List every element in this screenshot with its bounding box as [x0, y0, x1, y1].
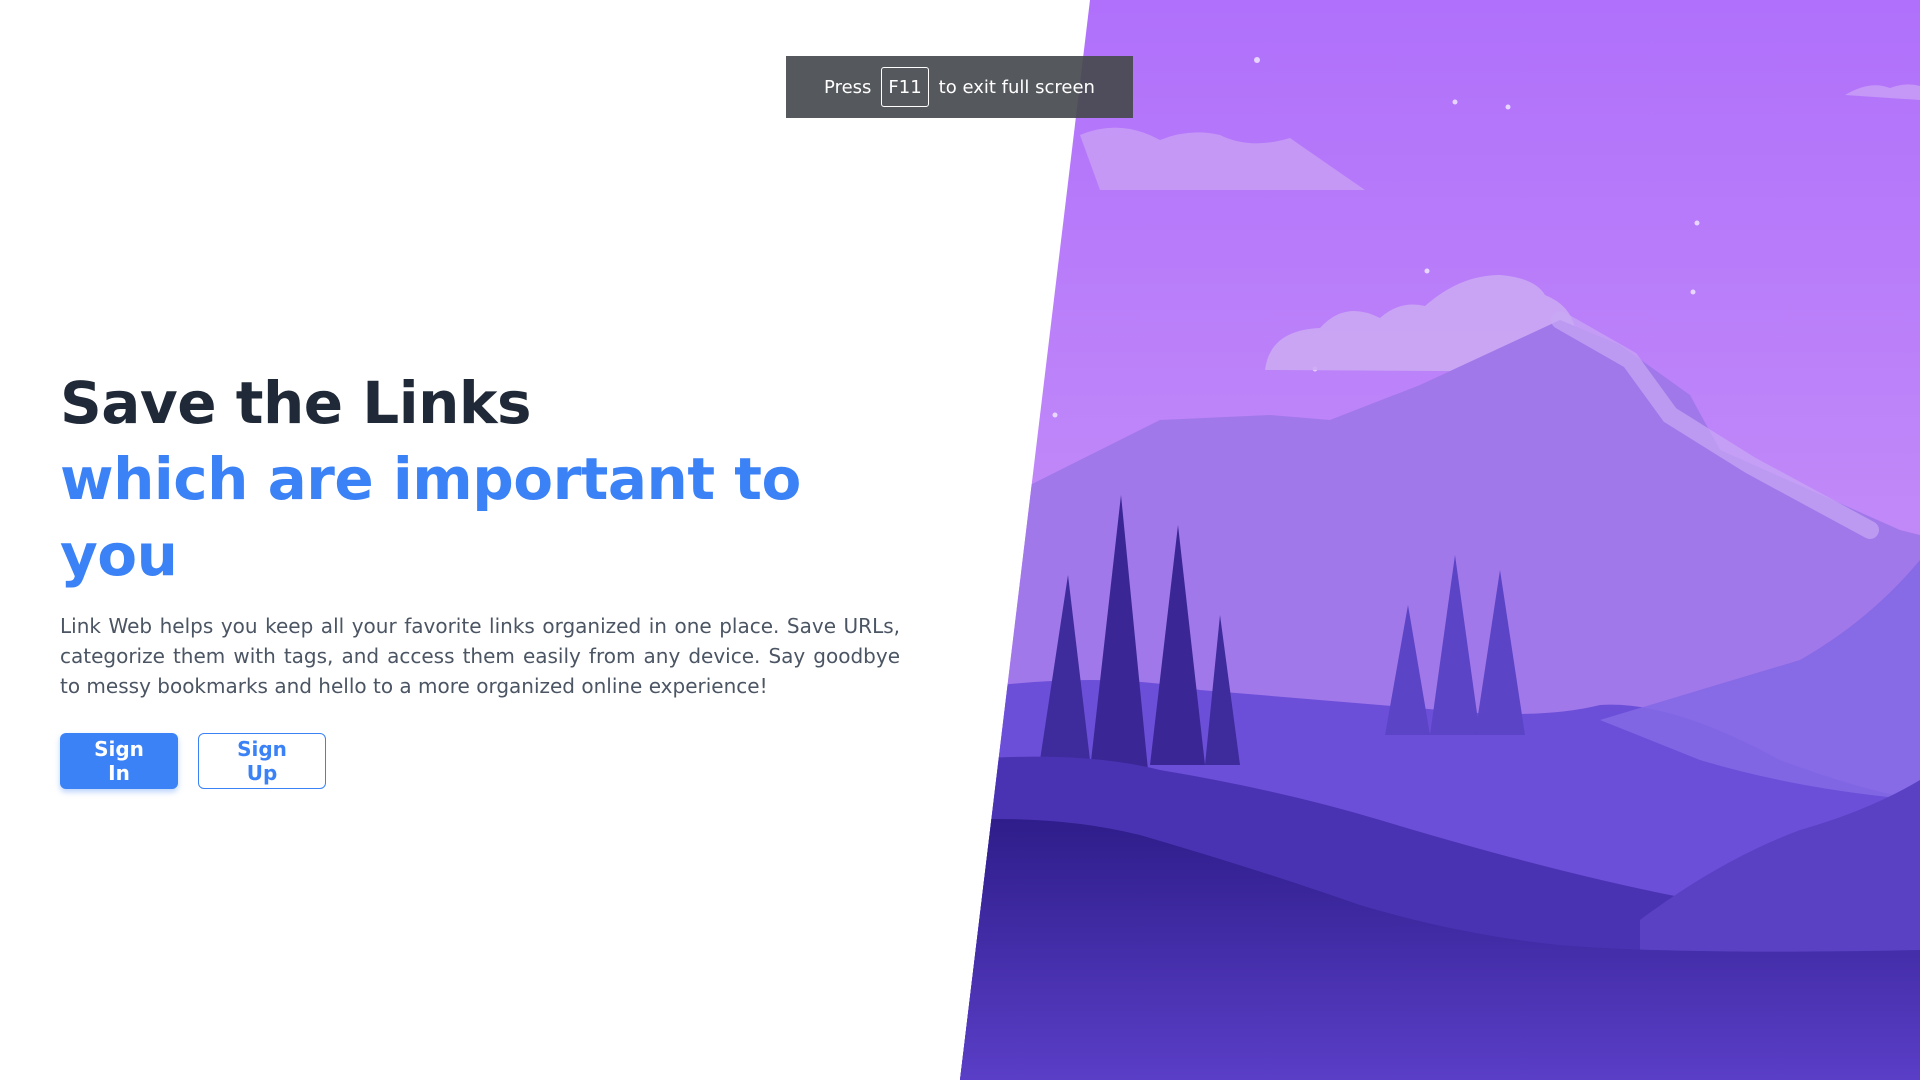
hero-title-line1: Save the Links	[60, 369, 532, 437]
hero-title-highlight: which are important to you	[60, 445, 801, 589]
f11-key-badge: F11	[881, 67, 929, 107]
toast-prefix: Press	[824, 76, 872, 98]
toast-suffix: to exit full screen	[938, 76, 1095, 98]
hero-title: Save the Links which are important to yo…	[60, 365, 900, 593]
landing-page: Save the Links which are important to yo…	[0, 0, 1920, 1080]
sign-in-button[interactable]: Sign In	[60, 733, 178, 789]
hero-content: Save the Links which are important to yo…	[60, 365, 900, 789]
fullscreen-exit-toast: Press F11 to exit full screen	[786, 56, 1133, 118]
hero-actions: Sign In Sign Up	[60, 733, 900, 789]
sign-up-button[interactable]: Sign Up	[198, 733, 326, 789]
hero-description: Link Web helps you keep all your favorit…	[60, 614, 900, 698]
